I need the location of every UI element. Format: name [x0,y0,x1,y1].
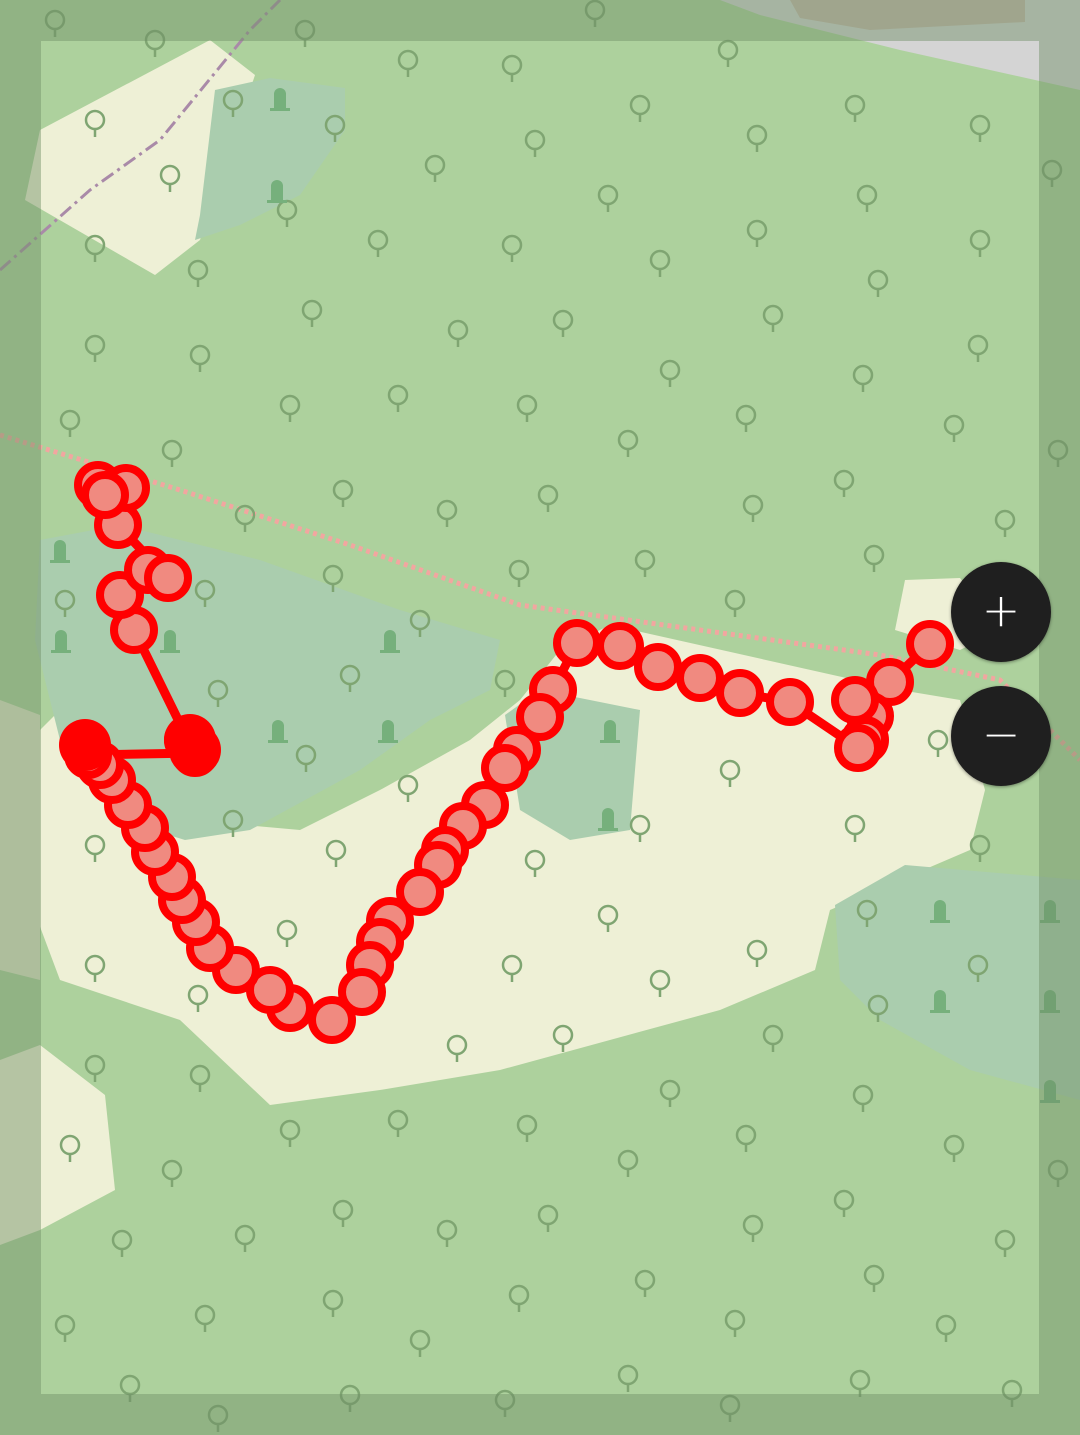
track-point-marker[interactable] [596,622,644,670]
track-point-marker[interactable] [308,996,356,1044]
map-canvas[interactable] [0,0,1080,1435]
track-point-marker[interactable] [906,620,954,668]
track-point-marker[interactable] [766,678,814,726]
track-point-marker[interactable] [834,724,882,772]
track-point-marker[interactable] [716,669,764,717]
track-point-marker[interactable] [81,471,129,519]
track-endpoint-marker[interactable] [164,714,216,766]
track-point-marker[interactable] [634,643,682,691]
track-point-marker[interactable] [144,554,192,602]
track-point-marker[interactable] [676,654,724,702]
track-endpoint-marker[interactable] [59,719,111,771]
track-point-marker[interactable] [553,619,601,667]
map-view[interactable]: + − [0,0,1080,1435]
zoom-in-button[interactable]: + [951,562,1051,662]
zoom-out-button[interactable]: − [951,686,1051,786]
plus-icon: + [981,583,1021,637]
minus-icon: − [981,707,1021,761]
track-point-marker[interactable] [831,676,879,724]
